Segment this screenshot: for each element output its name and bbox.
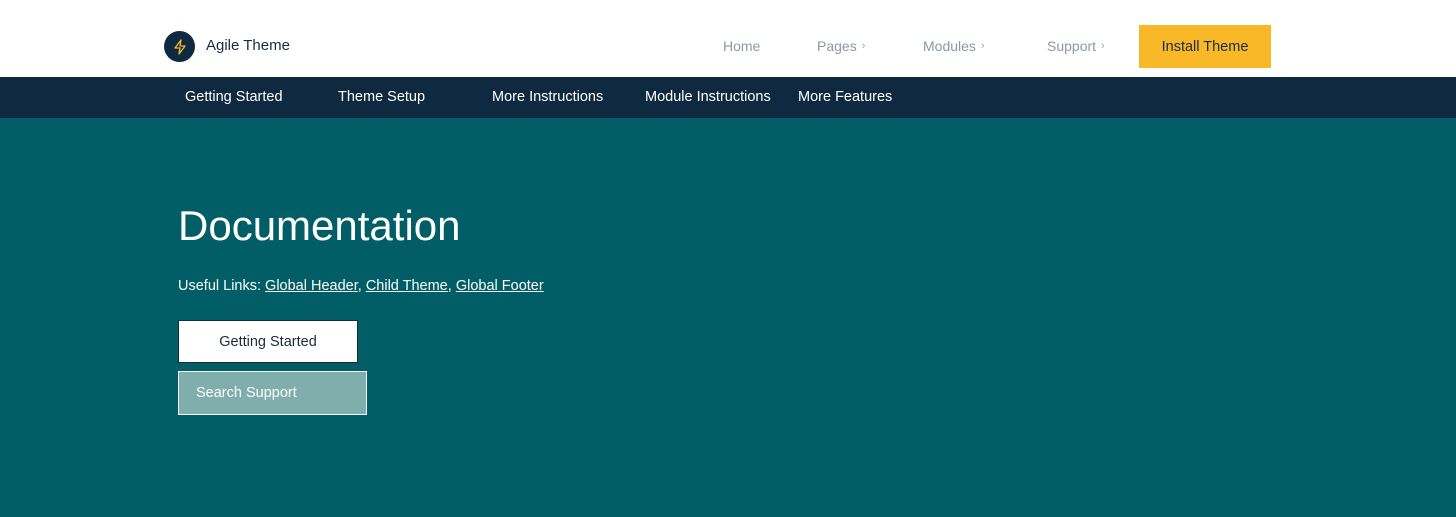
subnav-getting-started[interactable]: Getting Started bbox=[185, 89, 283, 105]
chevron-right-icon: › bbox=[861, 40, 866, 52]
nav-support-label: Support bbox=[1047, 38, 1097, 54]
nav-home-label: Home bbox=[723, 38, 761, 54]
brand-name[interactable]: Agile Theme bbox=[206, 37, 290, 54]
subnav-more-instructions[interactable]: More Instructions bbox=[492, 89, 603, 105]
getting-started-button[interactable]: Getting Started bbox=[178, 320, 358, 363]
nav-modules-label: Modules bbox=[923, 38, 976, 54]
install-theme-button[interactable]: Install Theme bbox=[1139, 25, 1271, 68]
link-global-footer[interactable]: Global Footer bbox=[456, 278, 544, 294]
useful-links: Useful Links: Global Header, Child Theme… bbox=[178, 278, 544, 294]
nav-modules[interactable]: Modules › bbox=[923, 38, 985, 54]
nav-pages[interactable]: Pages › bbox=[817, 38, 865, 54]
link-child-theme[interactable]: Child Theme bbox=[366, 278, 448, 294]
chevron-right-icon: › bbox=[1101, 40, 1105, 52]
subnav-module-instructions[interactable]: Module Instructions bbox=[645, 89, 771, 105]
page-title: Documentation bbox=[178, 202, 461, 249]
nav-support[interactable]: Support › bbox=[1047, 38, 1105, 54]
nav-pages-label: Pages bbox=[817, 38, 857, 54]
search-support-button[interactable]: Search Support bbox=[178, 371, 367, 415]
documentation-subnav: Getting Started Theme Setup More Instruc… bbox=[0, 77, 1456, 118]
top-header: Agile Theme Home Pages › Modules › Suppo… bbox=[0, 0, 1456, 77]
lightning-bolt-icon bbox=[173, 38, 186, 55]
subnav-theme-setup[interactable]: Theme Setup bbox=[338, 89, 425, 105]
subnav-more-features[interactable]: More Features bbox=[798, 89, 892, 105]
useful-links-label: Useful Links: bbox=[178, 278, 262, 294]
chevron-right-icon: › bbox=[980, 40, 985, 52]
site-logo[interactable] bbox=[164, 31, 195, 62]
nav-home[interactable]: Home bbox=[723, 38, 760, 54]
link-global-header[interactable]: Global Header bbox=[265, 278, 358, 294]
